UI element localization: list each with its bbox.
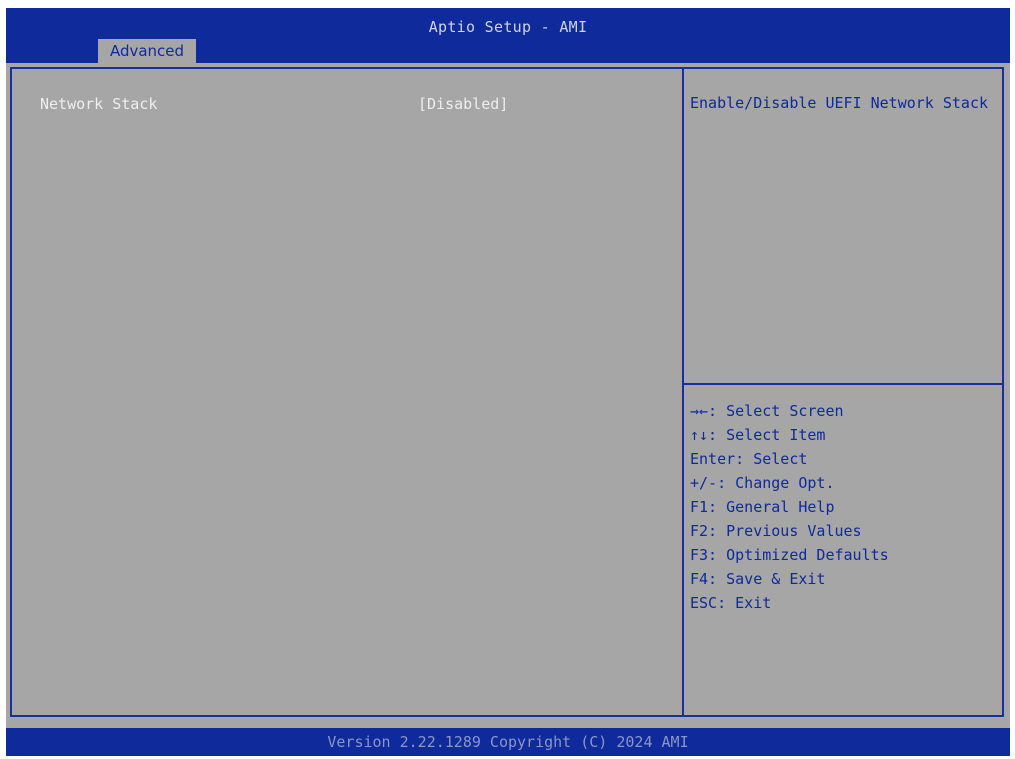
title-bar: Aptio Setup - AMI Advanced [6, 8, 1010, 63]
setting-value[interactable]: [Disabled] [418, 91, 508, 117]
key-general-help: F1: General Help [690, 498, 835, 516]
help-divider-horizontal [684, 383, 1004, 385]
key-save-exit: F4: Save & Exit [690, 570, 826, 588]
key-optimized-defaults: F3: Optimized Defaults [690, 546, 889, 564]
bios-screen: Aptio Setup - AMI Advanced Network Stack… [6, 8, 1010, 756]
app-title: Aptio Setup - AMI [428, 18, 588, 36]
key-previous-values: F2: Previous Values [690, 522, 862, 540]
key-change-opt: +/-: Change Opt. [690, 474, 835, 492]
key-legend: →←: Select Screen ↑↓: Select Item Enter:… [690, 399, 995, 615]
key-enter-select: Enter: Select [690, 450, 808, 468]
status-bar: Version 2.22.1289 Copyright (C) 2024 AMI [6, 728, 1010, 756]
main-frame: Network Stack [Disabled] Enable/Disable … [10, 67, 1004, 717]
setting-label: Network Stack [40, 95, 158, 113]
key-select-screen: →←: Select Screen [690, 402, 844, 420]
version-text: Version 2.22.1289 Copyright (C) 2024 AMI [327, 733, 689, 751]
key-esc-exit: ESC: Exit [690, 594, 772, 612]
setting-network-stack[interactable]: Network Stack [Disabled] [32, 91, 672, 117]
help-description: Enable/Disable UEFI Network Stack [690, 94, 989, 112]
key-select-item: ↑↓: Select Item [690, 426, 826, 444]
tab-advanced[interactable]: Advanced [98, 39, 196, 63]
panel-divider-vertical [682, 69, 684, 715]
